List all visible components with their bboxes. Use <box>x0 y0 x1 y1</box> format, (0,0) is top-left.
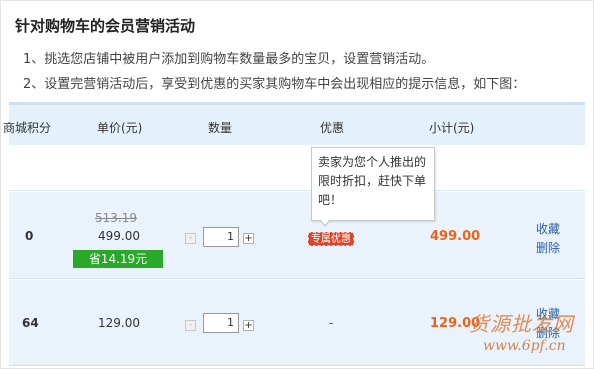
table-spacer-row <box>9 145 585 191</box>
delete-link[interactable]: 删除 <box>536 239 560 256</box>
points-value: 0 <box>25 229 34 243</box>
quantity-increase-button[interactable]: + <box>243 320 254 331</box>
column-header-subtotal: 小计(元) <box>429 121 475 135</box>
column-header-points: 商城积分 <box>3 121 52 135</box>
unit-price: 129.00 <box>98 316 140 330</box>
description-line-2: 2、设置完营销活动后，享受到优惠的买家其购物车中会出现相应的提示信息，如下图： <box>23 77 526 92</box>
quantity-decrease-button[interactable]: - <box>185 233 196 244</box>
quantity-input[interactable]: 1 <box>203 227 239 247</box>
tooltip-arrow-inner <box>320 219 330 225</box>
column-header-quantity: 数量 <box>208 121 233 135</box>
table-row: 0 513.19 499.00 省14.19元 - 1 + 专属优惠 499.0… <box>9 192 585 279</box>
favorite-link[interactable]: 收藏 <box>536 220 560 237</box>
page-frame: 针对购物车的会员营销活动 1、挑选您店铺中被用户添加到购物车数量最多的宝贝，设置… <box>0 0 594 369</box>
watermark-text: 货源批发网 <box>469 312 574 336</box>
original-price: 513.19 <box>95 211 137 225</box>
quantity-input[interactable]: 1 <box>203 313 239 333</box>
tooltip-line-1: 卖家为您个人推出的 <box>318 155 427 169</box>
savings-badge: 省14.19元 <box>73 250 163 268</box>
tooltip-line-2: 限时折扣，赶快下单 <box>318 174 427 188</box>
quantity-decrease-button[interactable]: - <box>185 320 196 331</box>
table-header: 商城积分 单价(元) 数量 优惠 小计(元) <box>3 105 585 145</box>
column-header-unit-price: 单价(元) <box>97 121 143 135</box>
subtotal-value: 499.00 <box>430 229 481 244</box>
description-line-1: 1、挑选您店铺中被用户添加到购物车数量最多的宝贝，设置营销活动。 <box>23 52 435 67</box>
watermark: 货源批发网 www.6pf.cn <box>469 308 593 366</box>
points-value: 64 <box>22 316 39 330</box>
column-header-discount: 优惠 <box>320 121 345 135</box>
page-title: 针对购物车的会员营销活动 <box>15 17 196 35</box>
exclusive-discount-tag[interactable]: 专属优惠 <box>308 232 354 246</box>
quantity-increase-button[interactable]: + <box>243 233 254 244</box>
discount-tooltip: 卖家为您个人推出的 限时折扣，赶快下单 吧！ <box>311 147 435 221</box>
watermark-url: www.6pf.cn <box>483 338 566 354</box>
tooltip-line-3: 吧！ <box>318 193 343 207</box>
no-discount-dash: - <box>329 316 334 330</box>
unit-price: 499.00 <box>98 229 140 243</box>
